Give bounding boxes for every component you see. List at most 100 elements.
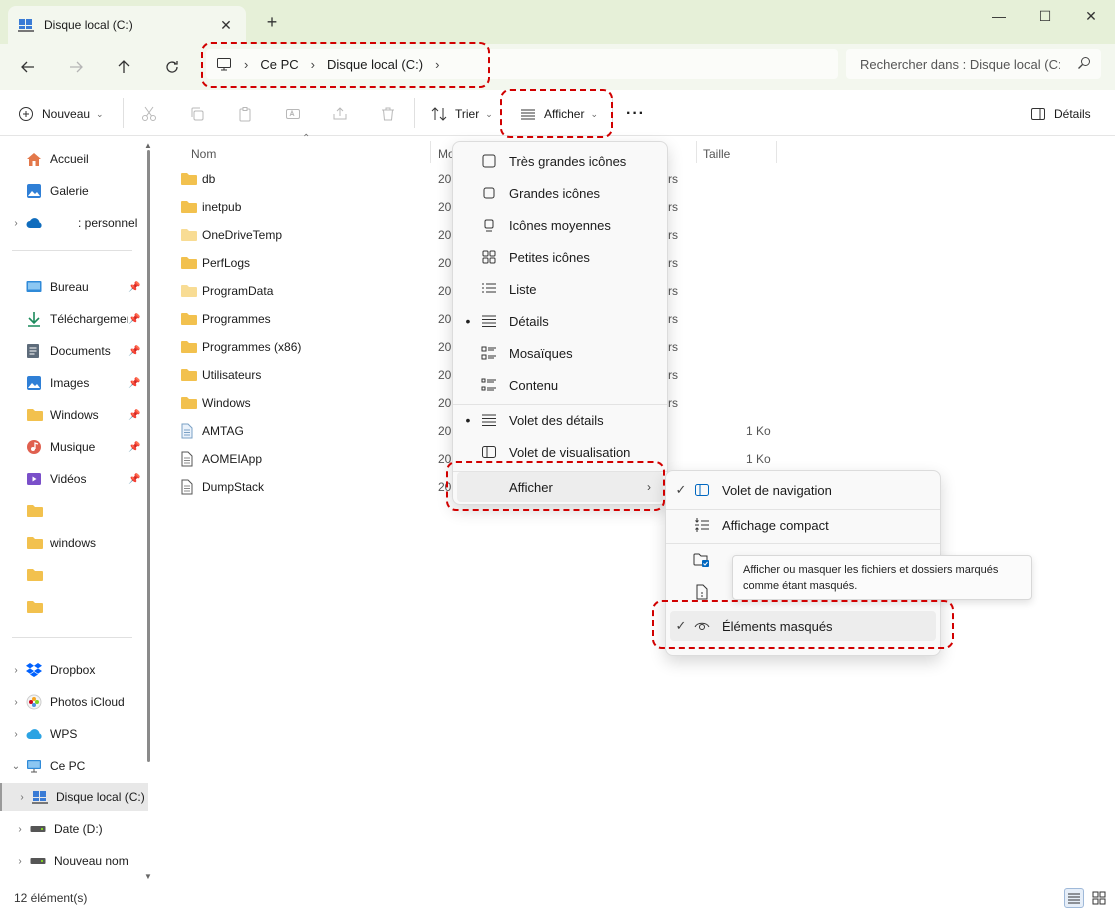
chevron-right-icon[interactable]: › [10, 824, 30, 835]
tiles-view-toggle[interactable] [1089, 888, 1109, 908]
sidebar-item-bureau[interactable]: Bureau 📌 [0, 273, 148, 301]
chevron-right-icon[interactable]: › [6, 218, 26, 229]
sidebar-item-videos[interactable]: Vidéos 📌 [0, 465, 148, 493]
chevron-right-icon[interactable]: › [12, 792, 32, 803]
column-separator[interactable] [696, 141, 697, 163]
pin-icon[interactable]: 📌 [128, 346, 142, 357]
sidebar-item-windows[interactable]: windows [0, 529, 148, 557]
sidebar-item-disque-local[interactable]: › Disque local (C:) [0, 783, 148, 811]
sidebar-item-wps[interactable]: › WPS [0, 720, 148, 748]
back-button[interactable] [13, 52, 43, 82]
folder-checkbox-icon [692, 552, 712, 568]
details-label: Détails [1054, 107, 1091, 121]
menu-item-volet-des-details[interactable]: • Volet des détails [457, 405, 663, 435]
drive-icon [30, 821, 48, 837]
column-header-name[interactable]: Nom [191, 143, 216, 165]
chevron-right-icon[interactable]: › [6, 665, 26, 676]
rename-icon[interactable] [281, 102, 305, 126]
new-button[interactable]: Nouveau ⌄ [18, 102, 104, 126]
sidebar-item-dropbox[interactable]: › Dropbox [0, 656, 148, 684]
file-name: PerfLogs [202, 256, 251, 270]
sidebar-item-telechargements[interactable]: Téléchargements 📌 [0, 305, 148, 333]
breadcrumb-ce-pc[interactable]: Ce PC [260, 57, 298, 72]
chevron-right-icon: › [647, 480, 651, 494]
file-size: 1 Ko [746, 452, 771, 466]
sidebar-item-folder[interactable] [0, 561, 148, 589]
new-tab-button[interactable]: + [262, 12, 282, 33]
menu-item-tres-grandes-icones[interactable]: Très grandes icônes [457, 146, 663, 176]
search-input[interactable]: Rechercher dans : Disque local (C:) [846, 49, 1101, 79]
menu-item-icones-moyennes[interactable]: Icônes moyennes [457, 210, 663, 240]
sidebar-item-images[interactable]: Images 📌 [0, 369, 148, 397]
menu-item-grandes-icones[interactable]: Grandes icônes [457, 178, 663, 208]
pin-icon[interactable]: 📌 [128, 282, 142, 293]
tab-close-icon[interactable]: ✕ [216, 17, 236, 34]
share-icon[interactable] [328, 102, 352, 126]
sidebar-item-date-d[interactable]: › Date (D:) [0, 815, 148, 843]
chevron-right-icon[interactable]: › [6, 729, 26, 740]
pin-icon[interactable]: 📌 [128, 442, 142, 453]
menu-item-affichage-compact[interactable]: Affichage compact [670, 510, 936, 540]
sidebar-item-photos-icloud[interactable]: › Photos iCloud [0, 688, 148, 716]
menu-item-details[interactable]: • Détails [457, 306, 663, 336]
refresh-button[interactable] [157, 52, 187, 82]
address-bar[interactable]: › Ce PC › Disque local (C:) › [206, 49, 838, 79]
toolbar-divider [414, 98, 415, 128]
more-options-button[interactable]: ··· [626, 102, 645, 126]
sidebar-item-onedrive[interactable]: › : personnel [0, 209, 148, 237]
menu-item-petites-icones[interactable]: Petites icônes [457, 242, 663, 272]
paste-icon[interactable] [233, 102, 257, 126]
forward-button[interactable] [61, 52, 91, 82]
scroll-down-icon[interactable]: ▼ [144, 872, 152, 881]
navigation-bar: › Ce PC › Disque local (C:) › Rechercher… [0, 44, 1115, 90]
copy-icon[interactable] [185, 102, 209, 126]
close-window-button[interactable]: ✕ [1068, 4, 1114, 28]
sort-button[interactable]: Trier ⌄ [431, 102, 493, 126]
up-button[interactable] [109, 52, 139, 82]
chevron-down-icon[interactable]: ⌄ [6, 761, 26, 772]
arrow-up-icon [118, 60, 130, 73]
pin-icon[interactable]: 📌 [128, 378, 142, 389]
pin-icon[interactable]: 📌 [128, 474, 142, 485]
breadcrumb-separator[interactable]: › [435, 57, 439, 72]
file-date: 20 [438, 424, 452, 438]
sidebar-scrollbar[interactable] [147, 150, 150, 762]
menu-item-elements-masques[interactable]: ✓ Éléments masqués [670, 611, 936, 641]
pin-icon[interactable]: 📌 [128, 410, 142, 421]
file-date: 20 [438, 312, 452, 326]
column-header-size[interactable]: Taille [703, 143, 730, 165]
menu-item-contenu[interactable]: Contenu [457, 370, 663, 400]
sidebar-item-ce-pc[interactable]: ⌄ Ce PC [0, 752, 148, 780]
sidebar-item-windows-pinned[interactable]: Windows 📌 [0, 401, 148, 429]
sidebar-item-musique[interactable]: Musique 📌 [0, 433, 148, 461]
menu-item-mosaiques[interactable]: Mosaïques [457, 338, 663, 368]
menu-item-afficher[interactable]: Afficher › [457, 472, 663, 502]
pin-icon[interactable]: 📌 [128, 314, 142, 325]
menu-item-volet-de-visualisation[interactable]: Volet de visualisation [457, 437, 663, 467]
sidebar-item-folder[interactable] [0, 593, 148, 621]
details-view-toggle[interactable] [1064, 888, 1084, 908]
cut-icon[interactable] [137, 102, 161, 126]
delete-icon[interactable] [376, 102, 400, 126]
chevron-right-icon[interactable]: › [6, 697, 26, 708]
view-button[interactable]: Afficher ⌄ [520, 102, 598, 126]
menu-item-liste[interactable]: Liste [457, 274, 663, 304]
sidebar-item-accueil[interactable]: Accueil [0, 145, 148, 173]
breadcrumb-disque-local[interactable]: Disque local (C:) [327, 57, 423, 72]
sidebar-item-galerie[interactable]: Galerie [0, 177, 148, 205]
column-separator[interactable] [430, 141, 431, 163]
wps-cloud-icon [26, 726, 44, 742]
check-icon: ✓ [675, 618, 687, 633]
scroll-up-icon[interactable]: ▲ [144, 141, 152, 150]
column-separator[interactable] [776, 141, 777, 163]
details-pane-button[interactable]: Détails [1030, 102, 1091, 126]
maximize-button[interactable]: ☐ [1022, 4, 1068, 28]
sidebar-item-documents[interactable]: Documents 📌 [0, 337, 148, 365]
sidebar-item-nouveau-nom[interactable]: › Nouveau nom [0, 847, 148, 875]
tab-disque-local[interactable]: Disque local (C:) ✕ [8, 6, 246, 44]
minimize-button[interactable]: — [976, 4, 1022, 28]
chevron-right-icon[interactable]: › [10, 856, 30, 867]
menu-item-volet-de-navigation[interactable]: ✓ Volet de navigation [670, 475, 936, 505]
details-icon [479, 313, 499, 329]
sidebar-item-folder[interactable] [0, 497, 148, 525]
